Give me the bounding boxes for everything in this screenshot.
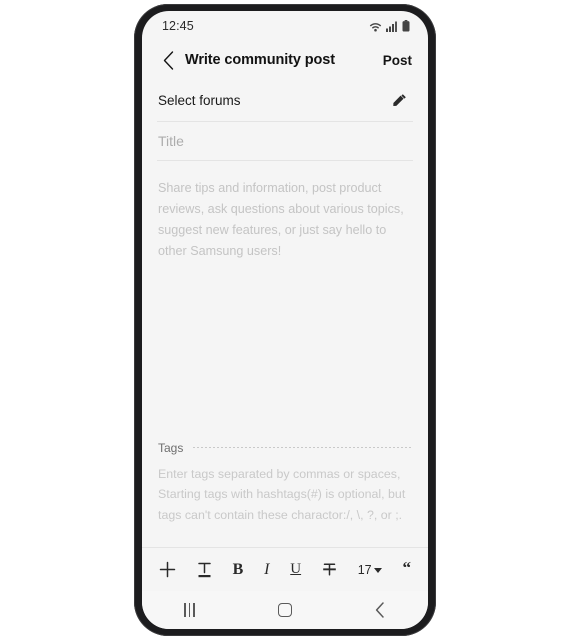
chevron-left-icon[interactable] (157, 48, 179, 72)
tags-dotted-divider (193, 447, 412, 448)
title-placeholder: Title (158, 133, 184, 149)
font-size-value: 17 (357, 562, 372, 577)
back-icon[interactable] (354, 595, 406, 625)
strikethrough-icon[interactable] (322, 557, 337, 583)
italic-button[interactable]: I (264, 557, 269, 583)
underline-button[interactable]: U (290, 557, 301, 583)
status-time: 12:45 (162, 19, 194, 33)
tags-bottom-spacer (142, 525, 428, 547)
add-attachment-button[interactable] (159, 557, 176, 583)
pencil-icon[interactable] (388, 89, 410, 111)
font-size-selector[interactable]: 17 (358, 557, 382, 583)
wifi-icon (369, 21, 382, 32)
title-input[interactable]: Title (142, 122, 428, 160)
status-icons (369, 20, 410, 32)
quote-button[interactable]: “ (402, 555, 411, 581)
bold-button[interactable]: B (233, 557, 244, 583)
battery-icon (402, 20, 410, 32)
tags-hint: Enter tags separated by commas or spaces… (158, 466, 406, 522)
recents-icon[interactable] (164, 595, 216, 625)
body-input[interactable]: Share tips and information, post product… (142, 161, 428, 348)
screenshot-stage: 12:45 Write community post Post Select f… (0, 0, 570, 640)
select-forums-label: Select forums (158, 92, 241, 108)
body-placeholder: Share tips and information, post product… (158, 181, 404, 258)
home-icon[interactable] (259, 595, 311, 625)
chevron-down-icon (373, 568, 382, 573)
phone-screen: 12:45 Write community post Post Select f… (142, 11, 428, 629)
tags-label: Tags (158, 440, 184, 455)
app-bar: Write community post Post (142, 41, 428, 79)
status-bar: 12:45 (142, 11, 428, 41)
select-forums-row[interactable]: Select forums (142, 79, 428, 121)
text-format-icon[interactable] (197, 557, 212, 583)
format-toolbar: B I U 17 “ (142, 547, 428, 591)
signal-icon (386, 21, 398, 32)
tags-row[interactable]: Tags (142, 434, 428, 462)
android-nav-bar (142, 591, 428, 629)
post-button[interactable]: Post (383, 53, 412, 68)
page-title: Write community post (185, 52, 335, 68)
